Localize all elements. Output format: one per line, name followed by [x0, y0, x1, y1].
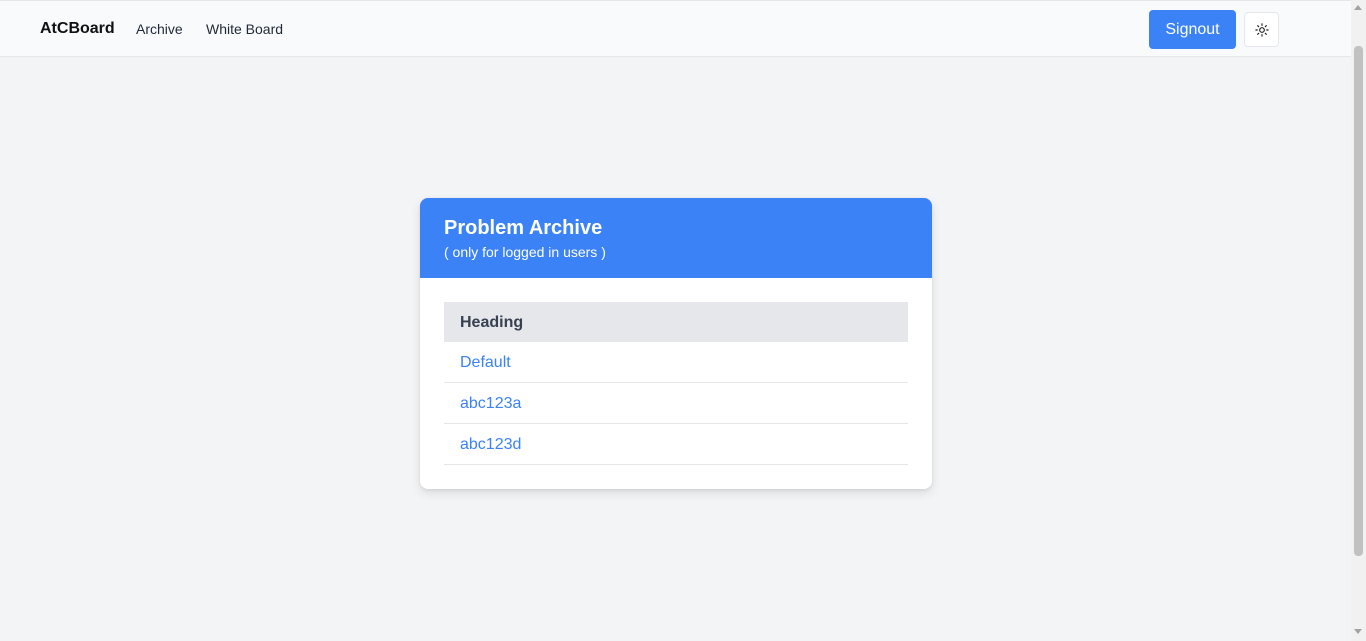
card-title: Problem Archive [444, 217, 603, 239]
scroll-down-arrow-icon[interactable] [1354, 629, 1362, 634]
table-row: abc123a [444, 383, 908, 424]
scroll-up-arrow-icon[interactable] [1354, 5, 1362, 10]
brand-logo-link[interactable]: AtCBoard [40, 20, 115, 38]
archive-table: Heading Default abc123a abc123d [444, 302, 908, 465]
archive-link-default[interactable]: Default [460, 354, 511, 372]
nav-link-white-board[interactable]: White Board [206, 21, 283, 37]
table-header-label: Heading [460, 314, 524, 331]
vertical-scrollbar[interactable] [1351, 0, 1366, 641]
table-header: Heading [444, 302, 908, 342]
archive-link-abc123d[interactable]: abc123d [460, 436, 521, 454]
nav-link-archive[interactable]: Archive [136, 21, 183, 37]
signout-button[interactable]: Signout [1149, 10, 1236, 49]
scrollbar-thumb[interactable] [1354, 46, 1363, 556]
card-header: Problem Archive ( only for logged in use… [420, 198, 932, 278]
table-row: Default [444, 342, 908, 383]
card-subtitle: ( only for logged in users ) [444, 244, 606, 260]
archive-link-abc123a[interactable]: abc123a [460, 395, 521, 413]
top-navbar: AtCBoard Archive White Board Signout [0, 0, 1351, 57]
table-row: abc123d [444, 424, 908, 465]
problem-archive-card: Problem Archive ( only for logged in use… [420, 198, 932, 489]
page: AtCBoard Archive White Board Signout Pro… [0, 0, 1366, 641]
sun-icon [1254, 22, 1269, 37]
theme-toggle-button[interactable] [1244, 12, 1279, 47]
